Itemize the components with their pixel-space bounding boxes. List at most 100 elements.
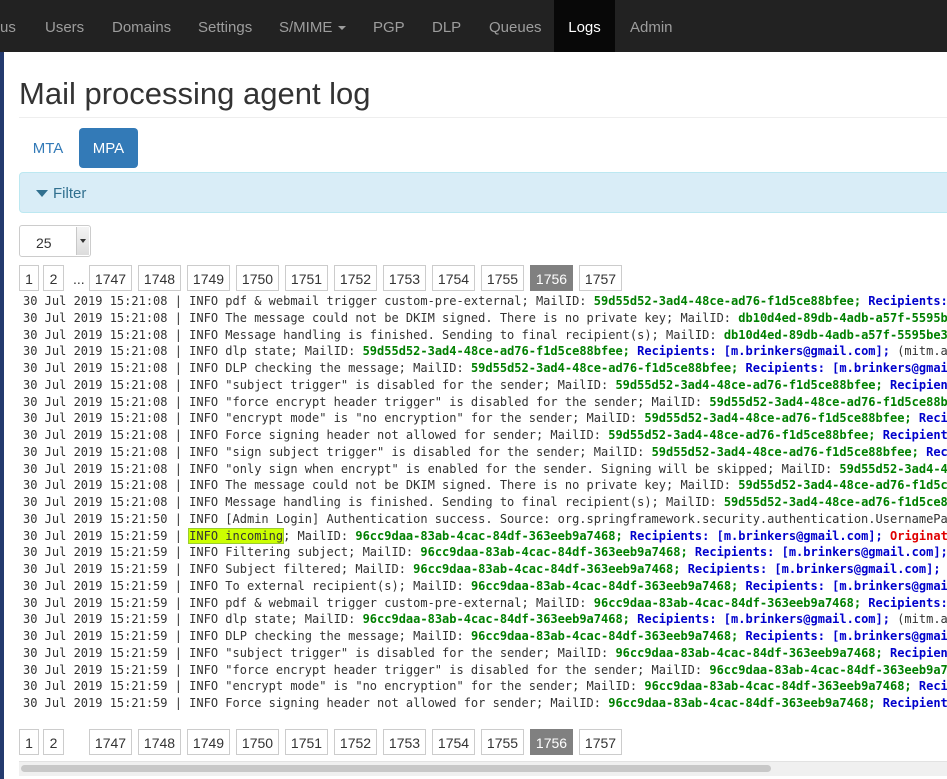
left-edge-bar <box>0 52 4 779</box>
page-button[interactable]: 1747 <box>89 265 132 291</box>
nav-item-logs[interactable]: Logs <box>554 0 615 52</box>
page-button[interactable]: 1752 <box>334 265 377 291</box>
log-message: INFO DLP checking the message; <box>189 361 406 375</box>
log-line: 30 Jul 2019 15:21:59 | INFO dlp state; M… <box>23 611 947 628</box>
log-label: MailID: <box>290 528 356 543</box>
log-line: 30 Jul 2019 15:21:08 | INFO Force signin… <box>23 427 947 444</box>
log-timestamp: 30 Jul 2019 15:21:08 | <box>23 444 190 459</box>
log-recipients: Recipients: [m.brinkers@gmail.com]; <box>745 629 947 643</box>
caret-down-icon <box>338 26 347 31</box>
log-label: MailID: <box>579 411 645 426</box>
log-line: 30 Jul 2019 15:21:59 | INFO Force signin… <box>23 695 947 712</box>
select-arrow-button[interactable] <box>76 227 89 255</box>
horizontal-scrollbar[interactable] <box>19 761 947 776</box>
page-button-current[interactable]: 1756 <box>530 729 573 755</box>
page-button[interactable]: 1753 <box>383 729 426 755</box>
page-button[interactable]: 2 <box>43 265 64 291</box>
log-recipients: Recipients: [m.brinkers@gmail.com]; <box>882 696 947 710</box>
log-label: MailID: <box>348 562 414 576</box>
log-recipients: Recipients: [m.brinkers@gmail.com]; <box>680 562 941 576</box>
log-label: MailID: <box>405 629 471 643</box>
page-button-current[interactable]: 1756 <box>530 265 573 291</box>
log-mail-id: 96cc9daa-83ab-4cac-84df-363eeb9a7468; <box>709 662 947 677</box>
page-button[interactable]: 1757 <box>579 729 622 755</box>
page-button[interactable]: 1751 <box>285 265 328 291</box>
log-timestamp: 30 Jul 2019 15:21:08 | <box>23 294 190 308</box>
filter-label: Filter <box>53 185 87 202</box>
log-timestamp: 30 Jul 2019 15:21:08 | <box>23 461 190 476</box>
log-label: MailID: <box>543 428 609 442</box>
log-mail-id: db10d4ed-89db-4adb-a57f-5595be3d5aa2; <box>723 327 947 342</box>
page-button[interactable]: 1755 <box>481 729 524 755</box>
tab-mta[interactable]: MTA <box>20 128 76 168</box>
page-button[interactable]: 1748 <box>138 265 181 291</box>
page-button[interactable]: 1749 <box>187 729 230 755</box>
nav-item-queues[interactable]: Queues <box>489 0 542 52</box>
log-line: 30 Jul 2019 15:21:59 | INFO incoming; Ma… <box>23 527 947 545</box>
log-timestamp: 30 Jul 2019 15:21:59 | <box>23 595 190 610</box>
page-size-select[interactable]: 25 <box>19 225 91 257</box>
log-line: 30 Jul 2019 15:21:59 | INFO To external … <box>23 578 947 595</box>
log-mail-id: 59d55d52-3ad4-48ce-ad76-f1d5ce88bfee; <box>644 411 912 426</box>
log-line: 30 Jul 2019 15:21:50 | INFO [Admin Login… <box>23 511 947 528</box>
page-button[interactable]: 1757 <box>579 265 622 291</box>
log-label: MailID: <box>774 461 840 476</box>
log-mail-id: 96cc9daa-83ab-4cac-84df-363eeb9a7468; <box>362 612 630 627</box>
scrollbar-thumb[interactable] <box>21 765 771 772</box>
log-message: INFO [Admin Login] Authentication succes… <box>189 511 947 526</box>
page-button[interactable]: 1753 <box>383 265 426 291</box>
log-originator: Originator: m.brinkers@gmail.com <box>941 562 947 576</box>
log-mail-id: 59d55d52-3ad4-48ce-ad76-f1d5ce88bfee; <box>362 344 630 359</box>
page-button[interactable]: 1750 <box>236 729 279 755</box>
title-divider <box>19 117 947 118</box>
log-mail-id: 59d55d52-3ad4-48ce-ad76-f1d5ce88bfee; <box>593 294 862 308</box>
nav-item-admin[interactable]: Admin <box>630 0 673 52</box>
log-mail-id: 59d55d52-3ad4-48ce-ad76-f1d5ce88bfee; <box>615 377 883 392</box>
pagination-ellipsis: ... <box>73 271 85 287</box>
nav-item-settings[interactable]: Settings <box>198 0 252 52</box>
log-timestamp: 30 Jul 2019 15:21:08 | <box>23 495 190 509</box>
log-label: MailID: <box>644 662 710 677</box>
page-button[interactable]: 1754 <box>432 265 475 291</box>
nav-item-status[interactable]: us <box>0 0 16 52</box>
nav-item-pgp[interactable]: PGP <box>373 0 405 52</box>
log-label: MailID: <box>644 394 710 409</box>
page-button[interactable]: 1 <box>19 265 39 291</box>
log-label: MailID: <box>658 495 724 509</box>
page-button[interactable]: 1752 <box>334 729 377 755</box>
log-recipients: Recipients: [m.brinkers@gmail.com]; <box>918 411 947 426</box>
log-line: 30 Jul 2019 15:21:59 | INFO DLP checking… <box>23 628 947 645</box>
log-recipients: Recipients: [m.brinkers@gmail.com]; <box>868 294 947 308</box>
log-message: INFO Force signing header not allowed fo… <box>189 696 544 710</box>
log-mail-id: 59d55d52-3ad4-48ce-ad76-f1d5ce88bfee; <box>608 428 876 442</box>
log-timestamp: 30 Jul 2019 15:21:08 | <box>23 411 190 426</box>
log-timestamp: 30 Jul 2019 15:21:08 | <box>23 327 190 342</box>
log-line: 30 Jul 2019 15:21:08 | INFO "force encry… <box>23 394 947 411</box>
log-mail-id: db10d4ed-89db-4adb-a57f-5595be3d5aa2; <box>738 310 947 325</box>
filter-panel-header[interactable]: Filter <box>19 172 947 213</box>
nav-item-users[interactable]: Users <box>45 0 84 52</box>
page-size-value: 25 <box>36 235 52 251</box>
page-button[interactable]: 1748 <box>138 729 181 755</box>
nav-item-dlp[interactable]: DLP <box>432 0 461 52</box>
log-tail: (mitm.application.djigzo.james.mailets.D… <box>897 344 947 359</box>
nav-item-smime[interactable]: S/MIME <box>279 0 347 52</box>
log-message: INFO Message handling is finished. Sendi… <box>189 327 659 342</box>
page-button[interactable]: 1747 <box>89 729 132 755</box>
nav-item-domains[interactable]: Domains <box>112 0 171 52</box>
log-message: INFO "force encrypt header trigger" is d… <box>189 394 645 409</box>
page-button[interactable]: 1750 <box>236 265 279 291</box>
tab-mpa[interactable]: MPA <box>79 128 138 168</box>
page-button[interactable]: 1755 <box>481 265 524 291</box>
page-button[interactable]: 1749 <box>187 265 230 291</box>
page-button[interactable]: 1751 <box>285 729 328 755</box>
page-button[interactable]: 2 <box>43 729 64 755</box>
log-recipients: Recipients: [m.brinkers@gmail.com]; <box>889 377 947 392</box>
log-message: INFO The message could not be DKIM signe… <box>189 310 674 325</box>
page-button[interactable]: 1754 <box>432 729 475 755</box>
log-line: 30 Jul 2019 15:21:08 | INFO "encrypt mod… <box>23 410 947 427</box>
log-timestamp: 30 Jul 2019 15:21:08 | <box>23 344 190 359</box>
page-button[interactable]: 1 <box>19 729 39 755</box>
log-timestamp: 30 Jul 2019 15:21:59 | <box>23 528 190 543</box>
log-recipients: Recipients: [m.brinkers@gmail.com]; <box>918 679 947 694</box>
